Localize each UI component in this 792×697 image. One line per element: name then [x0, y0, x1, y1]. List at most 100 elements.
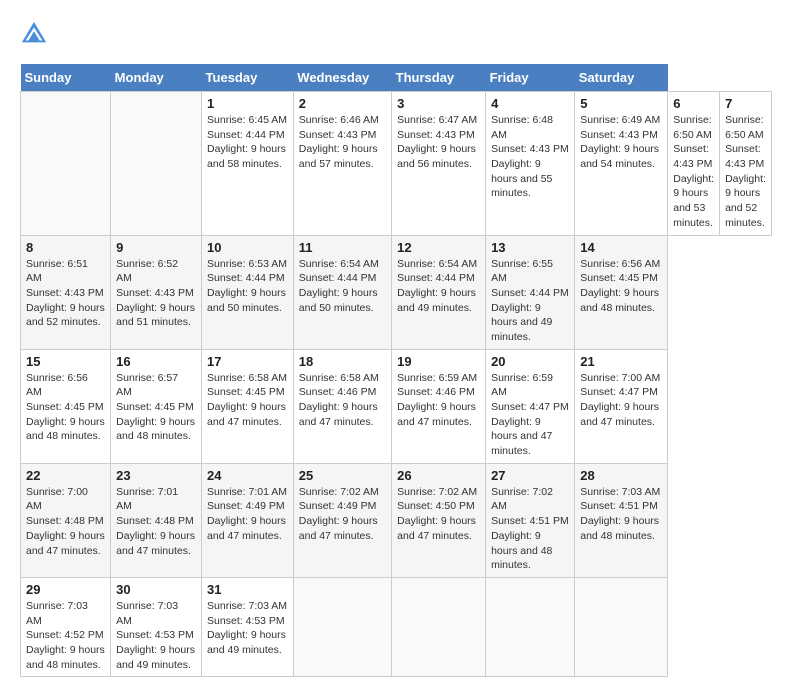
day-number: 22: [26, 468, 105, 483]
day-number: 31: [207, 582, 288, 597]
day-info: Sunrise: 7:02 AMSunset: 4:51 PMDaylight:…: [491, 485, 569, 573]
calendar-row: 29Sunrise: 7:03 AMSunset: 4:52 PMDayligh…: [21, 577, 772, 676]
day-number: 24: [207, 468, 288, 483]
calendar-day-cell: 4 Sunrise: 6:48 AMSunset: 4:43 PMDaylight…: [486, 92, 575, 236]
calendar-day-cell: 16 Sunrise: 6:57 AMSunset: 4:45 PMDayligh…: [111, 349, 202, 463]
day-info: Sunrise: 6:54 AMSunset: 4:44 PMDaylight:…: [397, 257, 480, 316]
logo: [20, 20, 52, 48]
calendar-row: 8 Sunrise: 6:51 AMSunset: 4:43 PMDaylight…: [21, 235, 772, 349]
day-info: Sunrise: 6:52 AMSunset: 4:43 PMDaylight:…: [116, 257, 196, 330]
day-info: Sunrise: 6:58 AMSunset: 4:45 PMDaylight:…: [207, 371, 288, 430]
calendar-day-cell: 6Sunrise: 6:50 AMSunset: 4:43 PMDaylight…: [668, 92, 720, 236]
calendar-day-cell: 13Sunrise: 6:55 AMSunset: 4:44 PMDayligh…: [486, 235, 575, 349]
calendar-day-cell: 27 Sunrise: 7:02 AMSunset: 4:51 PMDayligh…: [486, 463, 575, 577]
empty-cell: [21, 92, 111, 236]
day-number: 9: [116, 240, 196, 255]
day-number: 8: [26, 240, 105, 255]
day-number: 12: [397, 240, 480, 255]
weekday-header-sunday: Sunday: [21, 64, 111, 92]
calendar-day-cell: 12 Sunrise: 6:54 AMSunset: 4:44 PMDayligh…: [392, 235, 486, 349]
day-number: 11: [299, 240, 386, 255]
day-number: 19: [397, 354, 480, 369]
calendar-row: 15Sunrise: 6:56 AMSunset: 4:45 PMDayligh…: [21, 349, 772, 463]
empty-cell: [111, 92, 202, 236]
day-info: Sunrise: 7:03 AMSunset: 4:52 PMDaylight:…: [26, 599, 105, 672]
day-info: Sunrise: 6:49 AMSunset: 4:43 PMDaylight:…: [580, 113, 662, 172]
day-info: Sunrise: 6:47 AMSunset: 4:43 PMDaylight:…: [397, 113, 480, 172]
calendar-day-cell: [486, 577, 575, 676]
day-number: 14: [580, 240, 662, 255]
day-number: 1: [207, 96, 288, 111]
weekday-header-row: SundayMondayTuesdayWednesdayThursdayFrid…: [21, 64, 772, 92]
calendar-day-cell: 11 Sunrise: 6:54 AMSunset: 4:44 PMDayligh…: [293, 235, 391, 349]
calendar-table: SundayMondayTuesdayWednesdayThursdayFrid…: [20, 64, 772, 677]
calendar-day-cell: 1 Sunrise: 6:45 AMSunset: 4:44 PMDaylight…: [202, 92, 294, 236]
calendar-day-cell: 22 Sunrise: 7:00 AMSunset: 4:48 PMDayligh…: [21, 463, 111, 577]
day-info: Sunrise: 6:53 AMSunset: 4:44 PMDaylight:…: [207, 257, 288, 316]
day-info: Sunrise: 6:55 AMSunset: 4:44 PMDaylight:…: [491, 257, 569, 345]
calendar-day-cell: 7 Sunrise: 6:50 AMSunset: 4:43 PMDaylight…: [720, 92, 772, 236]
calendar-day-cell: 21 Sunrise: 7:00 AMSunset: 4:47 PMDayligh…: [575, 349, 668, 463]
calendar-day-cell: 28 Sunrise: 7:03 AMSunset: 4:51 PMDayligh…: [575, 463, 668, 577]
calendar-day-cell: 25Sunrise: 7:02 AMSunset: 4:49 PMDayligh…: [293, 463, 391, 577]
calendar-day-cell: 8 Sunrise: 6:51 AMSunset: 4:43 PMDaylight…: [21, 235, 111, 349]
day-info: Sunrise: 6:59 AMSunset: 4:46 PMDaylight:…: [397, 371, 480, 430]
day-number: 28: [580, 468, 662, 483]
day-number: 16: [116, 354, 196, 369]
day-number: 5: [580, 96, 662, 111]
calendar-day-cell: 3 Sunrise: 6:47 AMSunset: 4:43 PMDaylight…: [392, 92, 486, 236]
calendar-day-cell: [575, 577, 668, 676]
day-number: 30: [116, 582, 196, 597]
weekday-header-friday: Friday: [486, 64, 575, 92]
day-number: 23: [116, 468, 196, 483]
day-info: Sunrise: 7:01 AMSunset: 4:48 PMDaylight:…: [116, 485, 196, 558]
calendar-day-cell: 5 Sunrise: 6:49 AMSunset: 4:43 PMDaylight…: [575, 92, 668, 236]
day-info: Sunrise: 7:00 AMSunset: 4:47 PMDaylight:…: [580, 371, 662, 430]
day-number: 18: [299, 354, 386, 369]
day-number: 26: [397, 468, 480, 483]
calendar-day-cell: 9 Sunrise: 6:52 AMSunset: 4:43 PMDaylight…: [111, 235, 202, 349]
logo-icon: [20, 20, 48, 48]
day-number: 27: [491, 468, 569, 483]
day-number: 3: [397, 96, 480, 111]
weekday-header-tuesday: Tuesday: [202, 64, 294, 92]
calendar-day-cell: 20 Sunrise: 6:59 AMSunset: 4:47 PMDayligh…: [486, 349, 575, 463]
day-number: 20: [491, 354, 569, 369]
calendar-day-cell: 10 Sunrise: 6:53 AMSunset: 4:44 PMDayligh…: [202, 235, 294, 349]
calendar-day-cell: 15Sunrise: 6:56 AMSunset: 4:45 PMDayligh…: [21, 349, 111, 463]
day-number: 4: [491, 96, 569, 111]
day-info: Sunrise: 7:00 AMSunset: 4:48 PMDaylight:…: [26, 485, 105, 558]
calendar-day-cell: 26 Sunrise: 7:02 AMSunset: 4:50 PMDayligh…: [392, 463, 486, 577]
calendar-row: 1 Sunrise: 6:45 AMSunset: 4:44 PMDaylight…: [21, 92, 772, 236]
day-number: 7: [725, 96, 766, 111]
weekday-header-wednesday: Wednesday: [293, 64, 391, 92]
calendar-day-cell: 19 Sunrise: 6:59 AMSunset: 4:46 PMDayligh…: [392, 349, 486, 463]
day-info: Sunrise: 7:03 AMSunset: 4:53 PMDaylight:…: [207, 599, 288, 658]
day-info: Sunrise: 7:02 AMSunset: 4:50 PMDaylight:…: [397, 485, 480, 544]
day-info: Sunrise: 6:48 AMSunset: 4:43 PMDaylight:…: [491, 113, 569, 201]
calendar-day-cell: 18 Sunrise: 6:58 AMSunset: 4:46 PMDayligh…: [293, 349, 391, 463]
day-info: Sunrise: 6:59 AMSunset: 4:47 PMDaylight:…: [491, 371, 569, 459]
calendar-row: 22 Sunrise: 7:00 AMSunset: 4:48 PMDayligh…: [21, 463, 772, 577]
calendar-day-cell: 29Sunrise: 7:03 AMSunset: 4:52 PMDayligh…: [21, 577, 111, 676]
day-info: Sunrise: 7:02 AMSunset: 4:49 PMDaylight:…: [299, 485, 386, 544]
day-info: Sunrise: 6:45 AMSunset: 4:44 PMDaylight:…: [207, 113, 288, 172]
calendar-day-cell: 17Sunrise: 6:58 AMSunset: 4:45 PMDayligh…: [202, 349, 294, 463]
weekday-header-thursday: Thursday: [392, 64, 486, 92]
calendar-day-cell: 23 Sunrise: 7:01 AMSunset: 4:48 PMDayligh…: [111, 463, 202, 577]
day-info: Sunrise: 7:03 AMSunset: 4:51 PMDaylight:…: [580, 485, 662, 544]
calendar-day-cell: [293, 577, 391, 676]
calendar-day-cell: 30 Sunrise: 7:03 AMSunset: 4:53 PMDayligh…: [111, 577, 202, 676]
day-number: 10: [207, 240, 288, 255]
day-info: Sunrise: 6:57 AMSunset: 4:45 PMDaylight:…: [116, 371, 196, 444]
day-number: 21: [580, 354, 662, 369]
calendar-day-cell: 2Sunrise: 6:46 AMSunset: 4:43 PMDaylight…: [293, 92, 391, 236]
page-header: [20, 20, 772, 48]
day-number: 15: [26, 354, 105, 369]
day-info: Sunrise: 6:50 AMSunset: 4:43 PMDaylight:…: [725, 113, 766, 231]
day-info: Sunrise: 6:51 AMSunset: 4:43 PMDaylight:…: [26, 257, 105, 330]
day-info: Sunrise: 7:03 AMSunset: 4:53 PMDaylight:…: [116, 599, 196, 672]
day-info: Sunrise: 6:58 AMSunset: 4:46 PMDaylight:…: [299, 371, 386, 430]
day-info: Sunrise: 6:54 AMSunset: 4:44 PMDaylight:…: [299, 257, 386, 316]
weekday-header-monday: Monday: [111, 64, 202, 92]
